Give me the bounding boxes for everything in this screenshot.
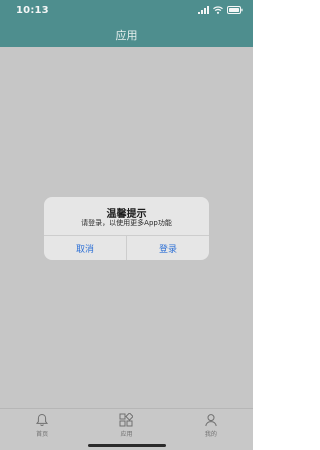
tab-profile[interactable]: 我的: [169, 409, 253, 450]
alert-message: 请登录，以使用更多App功能: [81, 219, 172, 227]
login-alert-dialog: 温馨提示 请登录，以使用更多App功能 取消 登录: [44, 197, 209, 260]
status-time: 10:13: [16, 5, 49, 16]
user-icon: [205, 414, 217, 427]
signal-icon: [198, 6, 209, 14]
wifi-icon: [213, 6, 223, 14]
top-header: 10:13 应用: [0, 0, 253, 47]
alert-actions: 取消 登录: [44, 235, 209, 260]
login-button[interactable]: 登录: [126, 236, 209, 260]
battery-icon: [227, 6, 243, 14]
cancel-button[interactable]: 取消: [44, 236, 126, 260]
tab-home-label: 首页: [36, 431, 49, 438]
apps-grid-icon: [119, 413, 134, 427]
status-icons: [198, 6, 243, 14]
bell-icon: [36, 413, 49, 427]
tab-apps-label: 应用: [120, 431, 133, 438]
app-screen: 10:13 应用 温馨提示 请登录，以使用更多App功能 取消 登录 首页 应用…: [0, 0, 253, 450]
home-indicator: [88, 444, 166, 447]
tab-home[interactable]: 首页: [0, 409, 84, 450]
page-title: 应用: [115, 29, 138, 42]
tab-profile-label: 我的: [204, 431, 217, 438]
